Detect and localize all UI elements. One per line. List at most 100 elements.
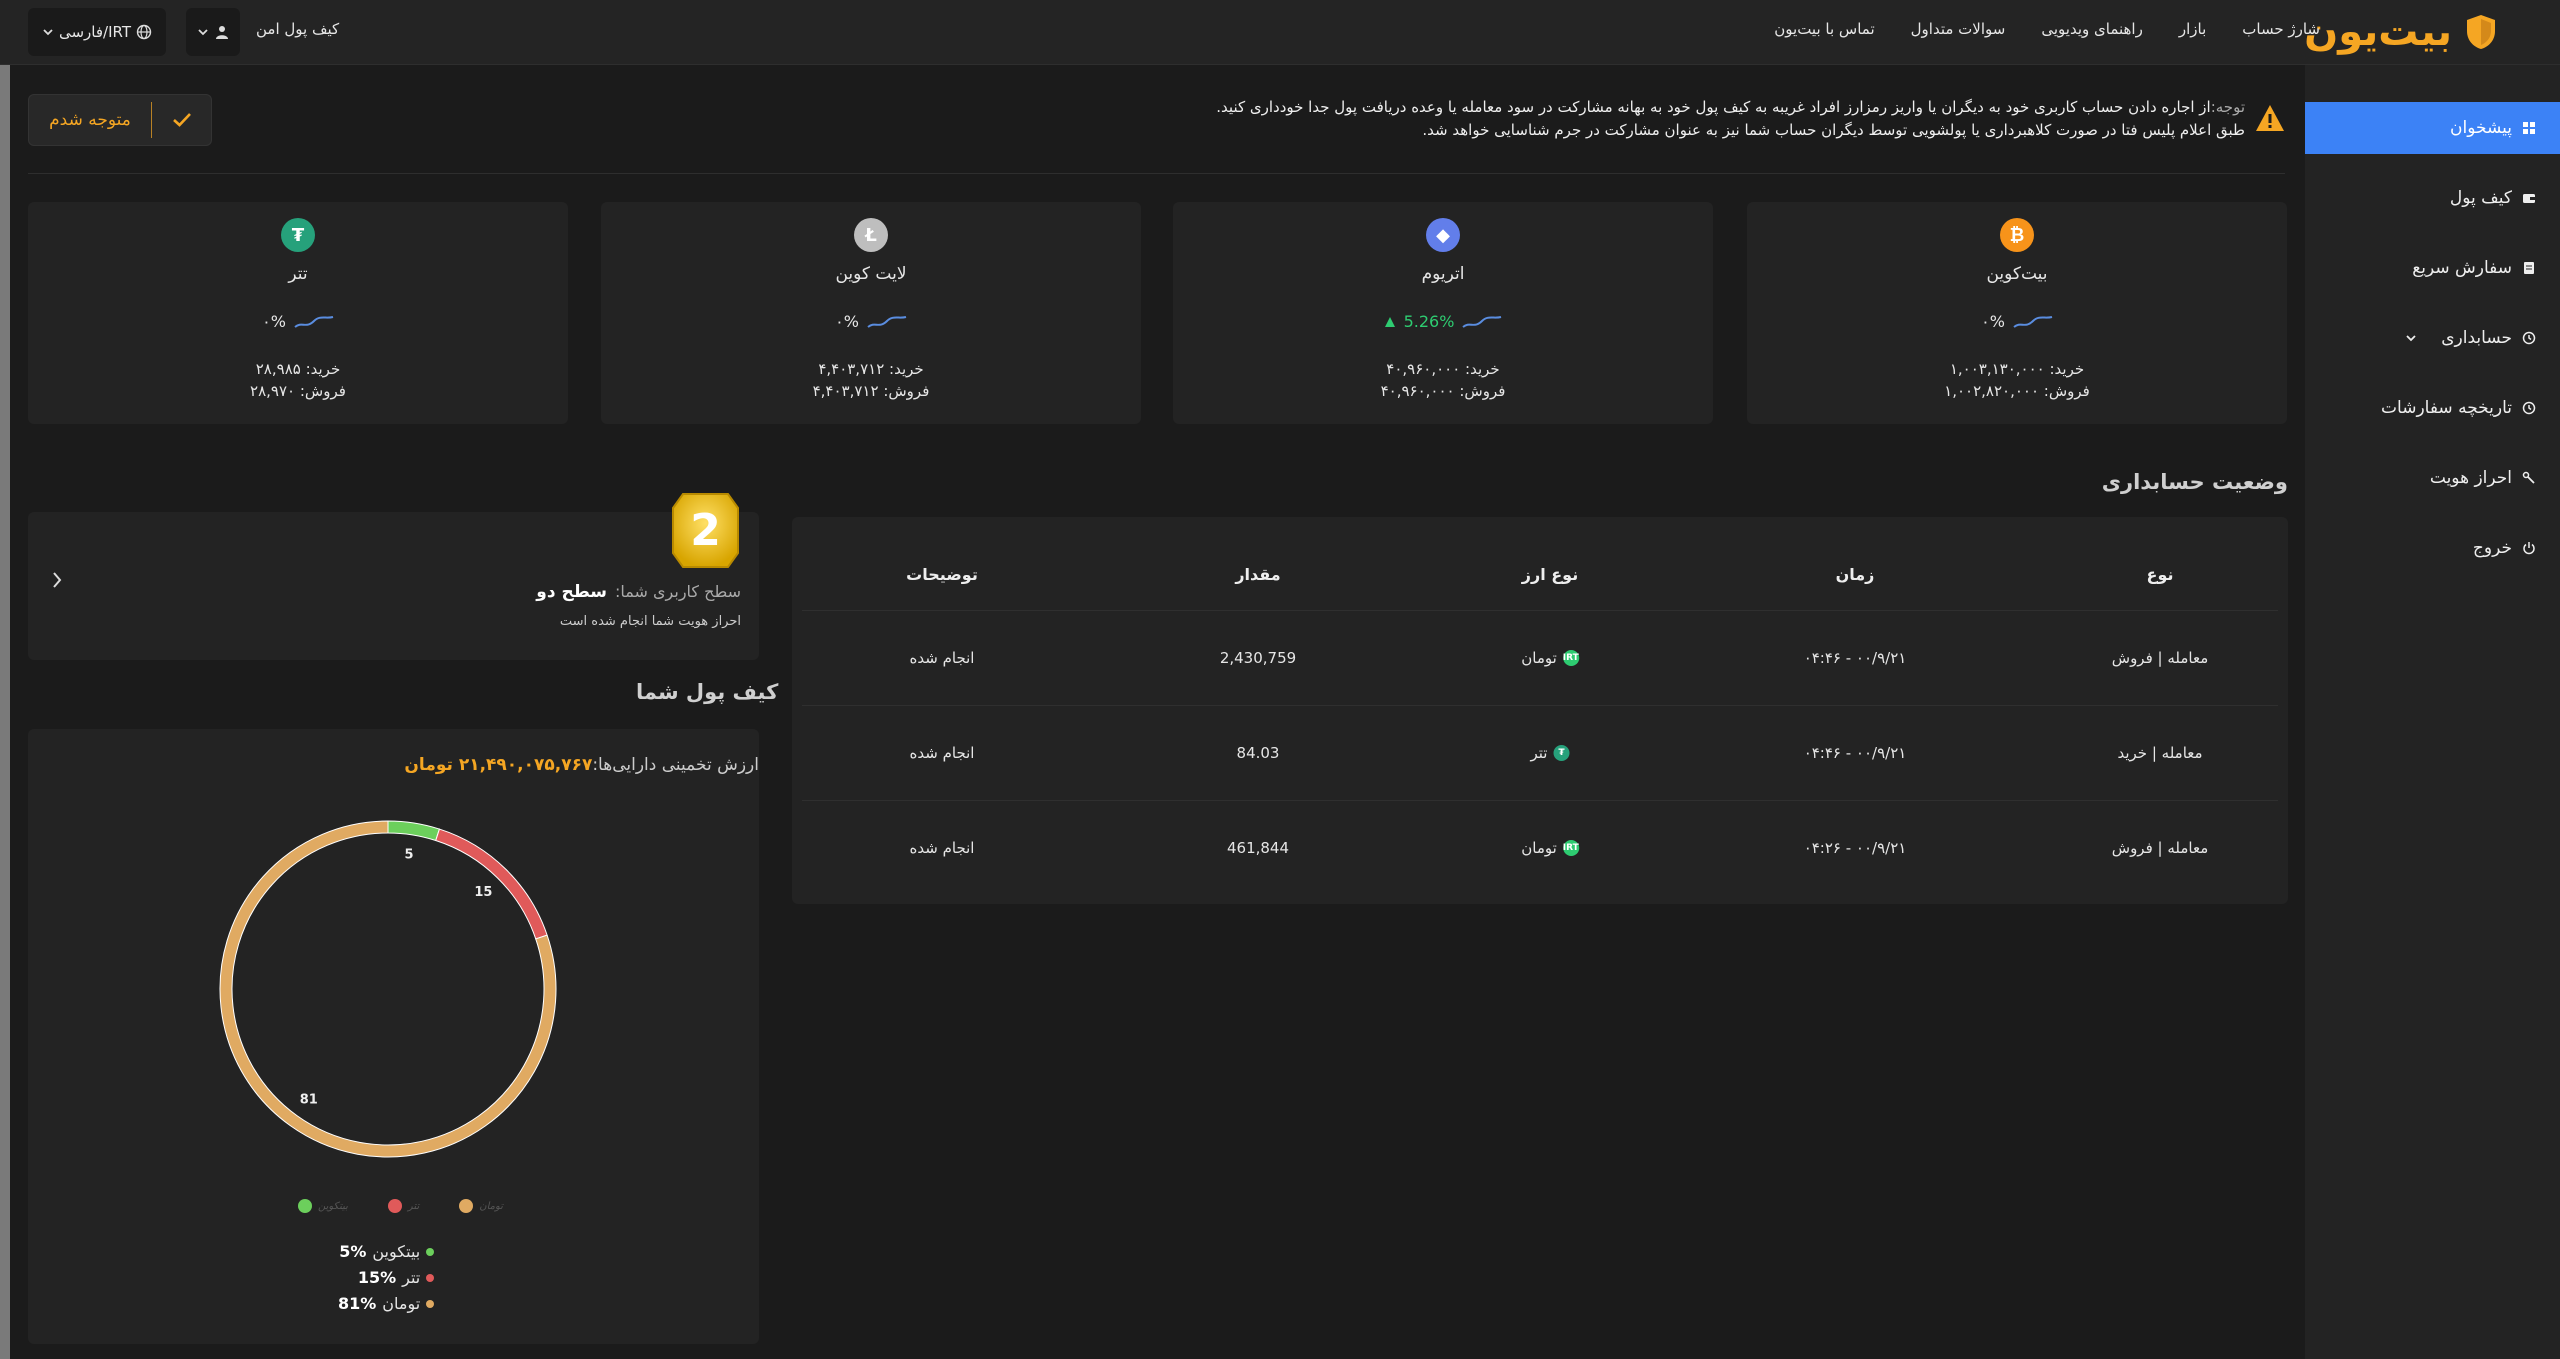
sidebar-item-quick-order[interactable]: سفارش سریع bbox=[2305, 242, 2560, 294]
col-header-time: زمان bbox=[1835, 565, 1875, 584]
cell-amount: 84.03 bbox=[1236, 744, 1280, 762]
cell-currency: IRT تومان bbox=[1521, 649, 1579, 667]
scrollbar-strip[interactable] bbox=[0, 65, 10, 1359]
wallet-title: کیف پول شما bbox=[636, 680, 779, 704]
chevron-down-icon bbox=[43, 29, 53, 36]
cell-desc: انجام شده bbox=[909, 649, 975, 667]
coin-buy-price: خرید: ۱,۰۰۳,۱۳۰,۰۰۰ bbox=[1949, 360, 2085, 378]
coin-buy-price: خرید: ۲۸,۹۸۵ bbox=[255, 360, 341, 378]
sidebar-item-dashboard[interactable]: پیشخوان bbox=[2305, 102, 2560, 154]
coin-change: ۰% bbox=[28, 312, 568, 331]
language-selector[interactable]: فارسی/IRT bbox=[28, 8, 166, 56]
sparkline-icon bbox=[867, 315, 907, 328]
svg-text:2: 2 bbox=[690, 505, 721, 556]
key-icon bbox=[2522, 471, 2535, 484]
coin-name: تتر bbox=[288, 264, 308, 284]
coin-card-bitcoin[interactable]: ₿ بیت‌کوین ۰% خرید: ۱,۰۰۳,۱۳۰,۰۰۰ فروش: … bbox=[1747, 202, 2287, 424]
sidebar-item-label: احراز هویت bbox=[2429, 468, 2512, 488]
wallet-card: ارزش تخمینی دارایی‌ها:۲۱,۴۹۰,۰۷۵,۷۶۷ توم… bbox=[28, 729, 759, 1344]
chevron-left-icon[interactable] bbox=[50, 570, 64, 590]
sidebar-item-order-history[interactable]: تاریخچه سفارشات bbox=[2305, 382, 2560, 434]
coin-name: اتریوم bbox=[1421, 264, 1465, 284]
litecoin-icon: Ł bbox=[854, 218, 888, 252]
accounting-title: وضعیت حسابداری bbox=[2101, 470, 2288, 494]
sidebar-item-logout[interactable]: خروج bbox=[2305, 522, 2560, 574]
coin-change: ۰% bbox=[1747, 312, 2287, 331]
sidebar-item-wallet[interactable]: کیف پول bbox=[2305, 172, 2560, 224]
history-icon bbox=[2522, 331, 2536, 345]
nav-market[interactable]: بازار bbox=[2179, 20, 2206, 38]
slice-label: 5 bbox=[405, 848, 414, 863]
nav-video-guide[interactable]: راهنمای ویدیویی bbox=[2041, 20, 2143, 38]
legend-item[interactable]: تتر bbox=[387, 1199, 419, 1213]
tether-icon: ₮ bbox=[281, 218, 315, 252]
chart-legend: بیتکوین تتر تومان bbox=[298, 1199, 503, 1213]
wallet-icon bbox=[2523, 194, 2535, 203]
legend-item[interactable]: بیتکوین bbox=[298, 1199, 348, 1213]
table-row[interactable]: معامله | فروش ۰۰/۹/۲۱ - ۰۴:۴۶ IRT تومان 2… bbox=[802, 610, 2278, 705]
warning-text: توجه:از اجاره دادن حساب کاربری خود به دی… bbox=[1195, 96, 2245, 142]
cell-amount: 461,844 bbox=[1226, 839, 1290, 857]
coin-card-litecoin[interactable]: Ł لایت کوین ۰% خرید: ۴,۴۰۳,۷۱۲ فروش: ۴,۴… bbox=[601, 202, 1141, 424]
pct-item: بیتکوین 5% bbox=[338, 1239, 435, 1265]
user-level-line: سطح کاربری شما:سطح دو bbox=[536, 582, 741, 602]
warning-prefix: توجه: bbox=[2210, 98, 2245, 116]
coin-name: لایت کوین bbox=[835, 264, 907, 284]
nav-charge[interactable]: شارژ حساب bbox=[2242, 20, 2320, 38]
globe-icon bbox=[136, 24, 152, 40]
acknowledge-button[interactable]: متوجه شدم bbox=[28, 94, 212, 146]
cell-desc: انجام شده bbox=[909, 744, 975, 762]
secure-wallet-link[interactable]: کیف پول امن bbox=[256, 20, 339, 38]
table-row[interactable]: معامله | فروش ۰۰/۹/۲۱ - ۰۴:۲۶ IRT تومان 4… bbox=[802, 800, 2278, 895]
coin-name: بیت‌کوین bbox=[1986, 264, 2048, 284]
coin-change: ۰% bbox=[601, 312, 1141, 331]
asset-donut-chart: 5 15 81 bbox=[219, 820, 557, 1158]
slice-label: 81 bbox=[300, 1093, 318, 1108]
sidebar-item-label: کیف پول bbox=[2449, 188, 2512, 208]
col-header-desc: توضیحات bbox=[906, 565, 978, 584]
sidebar: پیشخوان کیف پول سفارش سریع حسابداری تاری… bbox=[2305, 65, 2560, 1359]
chevron-down-icon bbox=[198, 29, 208, 36]
tether-icon: ₮ bbox=[1553, 745, 1570, 761]
donut-slice[interactable] bbox=[387, 820, 441, 842]
sparkline-icon bbox=[294, 315, 334, 328]
table-row[interactable]: معامله | خرید ۰۰/۹/۲۱ - ۰۴:۴۶ ₮ تتر 84.03… bbox=[802, 705, 2278, 800]
coin-change: 5.26% bbox=[1173, 312, 1713, 331]
warning-icon bbox=[2256, 105, 2284, 131]
nav-faq[interactable]: سوالات متداول bbox=[1911, 20, 2006, 38]
brand-logo[interactable]: بیت‌یون bbox=[2304, 9, 2496, 55]
shield-logo-icon bbox=[2467, 15, 2495, 49]
cell-amount: 2,430,759 bbox=[1219, 649, 1297, 667]
user-menu-button[interactable] bbox=[186, 8, 240, 56]
cell-time: ۰۰/۹/۲۱ - ۰۴:۴۶ bbox=[1803, 649, 1907, 667]
cell-time: ۰۰/۹/۲۱ - ۰۴:۲۶ bbox=[1803, 839, 1907, 857]
cell-type: معامله | خرید bbox=[2117, 744, 2203, 762]
kyc-status: احراز هویت شما انجام شده است bbox=[559, 614, 741, 629]
sidebar-item-accounting[interactable]: حسابداری bbox=[2305, 312, 2560, 364]
power-icon bbox=[2523, 542, 2535, 555]
col-header-amount: مقدار bbox=[1235, 565, 1281, 584]
sidebar-item-label: سفارش سریع bbox=[2412, 258, 2512, 278]
coin-card-ethereum[interactable]: ◆ اتریوم 5.26% خرید: ۴۰,۹۶۰,۰۰۰ فروش: ۴۰… bbox=[1173, 202, 1713, 424]
sparkline-icon bbox=[1462, 315, 1502, 328]
level-badge: 2 bbox=[672, 493, 739, 568]
sidebar-item-kyc[interactable]: احراز هویت bbox=[2305, 452, 2560, 504]
slice-label: 15 bbox=[474, 885, 492, 900]
estimated-amount: ۲۱,۴۹۰,۰۷۵,۷۶۷ تومان bbox=[404, 755, 593, 775]
pct-item: تتر 15% bbox=[338, 1265, 435, 1291]
coin-sell-price: فروش: ۱,۰۰۲,۸۲۰,۰۰۰ bbox=[1944, 382, 2090, 400]
acknowledge-label: متوجه شدم bbox=[49, 110, 131, 130]
asset-percent-list: بیتکوین 5% تتر 15% تومان 81% bbox=[338, 1239, 435, 1317]
coin-sell-price: فروش: ۴,۴۰۳,۷۱۲ bbox=[812, 382, 930, 400]
sparkline-icon bbox=[2013, 315, 2053, 328]
donut-slice[interactable] bbox=[435, 828, 548, 940]
cell-time: ۰۰/۹/۲۱ - ۰۴:۴۶ bbox=[1803, 744, 1907, 762]
change-value: ۰% bbox=[835, 312, 859, 331]
legend-item[interactable]: تومان bbox=[459, 1199, 503, 1213]
change-value: ۰% bbox=[262, 312, 286, 331]
nav-contact[interactable]: تماس با بیت‌یون bbox=[1774, 20, 1874, 38]
col-header-currency: نوع ارز bbox=[1521, 565, 1579, 584]
coin-card-tether[interactable]: ₮ تتر ۰% خرید: ۲۸,۹۸۵ فروش: ۲۸,۹۷۰ bbox=[28, 202, 568, 424]
coin-sell-price: فروش: ۴۰,۹۶۰,۰۰۰ bbox=[1380, 382, 1506, 400]
receipt-icon bbox=[2524, 262, 2534, 274]
